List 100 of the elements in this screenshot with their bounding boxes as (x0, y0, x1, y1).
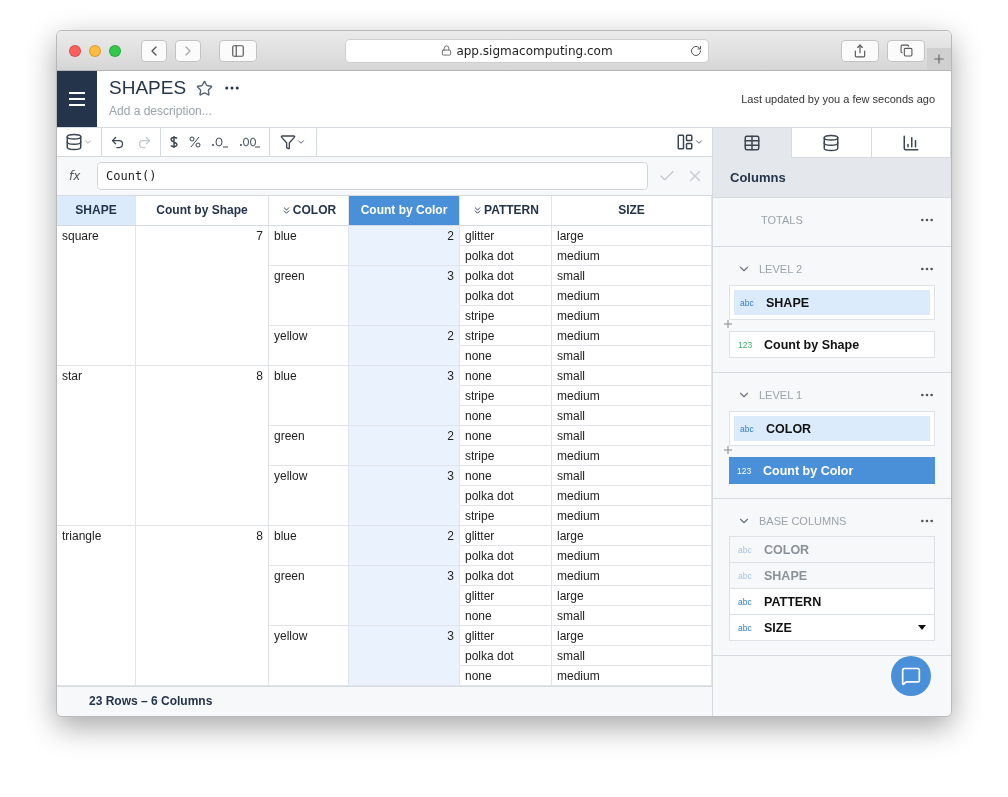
section-label: BASE COLUMNS (759, 515, 848, 527)
table-cell: blue (269, 365, 349, 426)
datasource-button[interactable] (65, 133, 93, 152)
table-cell: none (460, 365, 552, 386)
table-cell: medium (552, 545, 712, 566)
type-label: abc (740, 423, 755, 434)
dollar-icon (169, 134, 179, 151)
sidebar-icon (231, 43, 245, 58)
panel-tab[interactable] (713, 128, 793, 158)
table-cell: glitter (460, 625, 552, 646)
table-cell: medium (552, 445, 712, 466)
column-header[interactable]: PATTERN (460, 195, 552, 226)
column-item[interactable]: 123 Count by Shape (729, 331, 935, 358)
table-cell: stripe (460, 385, 552, 406)
table-cell: small (552, 605, 712, 626)
table-cell: large (552, 525, 712, 546)
table-cell: green (269, 565, 349, 626)
table-cell: blue (269, 525, 349, 566)
table-cell: medium (552, 325, 712, 346)
panel-tab[interactable] (792, 128, 872, 158)
column-item[interactable]: abc SHAPE (734, 290, 930, 315)
type-label: abc (738, 544, 753, 555)
redo-icon (137, 134, 152, 150)
menu-button[interactable] (57, 71, 97, 127)
table-cell: none (460, 605, 552, 626)
table-cell: 2 (349, 225, 460, 266)
increase-decimals-button[interactable] (239, 135, 261, 150)
table-cell: medium (552, 665, 712, 686)
column-header[interactable]: COLOR (269, 195, 349, 226)
formula-field[interactable]: Count() (97, 162, 648, 190)
table-cell: 2 (349, 425, 460, 466)
close-dot[interactable] (69, 44, 81, 57)
table-cell: green (269, 265, 349, 326)
table-cell: medium (552, 505, 712, 526)
column-header[interactable]: SHAPE (57, 195, 136, 226)
table-cell: small (552, 405, 712, 426)
share-button[interactable] (841, 39, 879, 62)
chat-button[interactable] (891, 656, 931, 696)
column-name: SHAPE (764, 568, 809, 583)
decrease-decimals-button[interactable] (211, 135, 229, 150)
table-cell: small (552, 465, 712, 486)
column-name: COLOR (764, 542, 811, 557)
table-cell: stripe (460, 325, 552, 346)
table-cell: small (552, 425, 712, 446)
column-item[interactable]: abc PATTERN (729, 588, 935, 615)
filter-icon (280, 134, 296, 151)
table-cell: none (460, 465, 552, 486)
table-cell: glitter (460, 585, 552, 606)
table-cell: blue (269, 225, 349, 266)
column-header[interactable]: SIZE (552, 195, 712, 226)
table-cell: polka dot (460, 565, 552, 586)
zoom-dot[interactable] (109, 44, 121, 57)
column-name: Count by Shape (764, 337, 861, 352)
table-cell: stripe (460, 505, 552, 526)
layout-button[interactable] (676, 133, 704, 152)
table-cell: stripe (460, 445, 552, 466)
increase-decimals-icon (239, 135, 261, 150)
filter-button[interactable] (280, 134, 306, 151)
chart-icon (901, 133, 920, 152)
reload-icon[interactable] (690, 44, 702, 57)
column-item[interactable]: abc COLOR (734, 416, 930, 441)
table-cell: medium (552, 245, 712, 266)
row-count: 23 Rows – 6 Columns (57, 685, 712, 716)
database-icon (65, 133, 83, 152)
minimize-dot[interactable] (89, 44, 101, 57)
type-label: abc (738, 596, 753, 607)
panel-tab[interactable] (871, 128, 951, 158)
type-label: abc (738, 570, 753, 581)
currency-button[interactable] (169, 134, 179, 151)
table-cell: medium (552, 485, 712, 506)
table-cell: 3 (349, 465, 460, 526)
updated-text: Last updated by you a few seconds ago (741, 93, 936, 105)
table-cell: small (552, 365, 712, 386)
share-icon (853, 43, 867, 58)
percent-button[interactable] (189, 136, 201, 149)
table-cell: 2 (349, 325, 460, 366)
column-name: PATTERN (764, 594, 823, 609)
column-name: SIZE (764, 620, 793, 635)
type-label: abc (738, 622, 753, 633)
table-cell: small (552, 645, 712, 666)
column-header[interactable]: Count by Shape (136, 195, 269, 226)
chat-icon (901, 666, 921, 686)
undo-button[interactable] (110, 134, 125, 150)
tabs-button[interactable] (887, 39, 925, 62)
table-cell: yellow (269, 325, 349, 366)
table-cell: star (57, 365, 136, 526)
address-bar[interactable]: app.sigmacomputing.com (345, 38, 709, 63)
sidebar-button[interactable] (219, 39, 257, 62)
type-label: abc (740, 297, 755, 308)
section-label: LEVEL 1 (759, 389, 803, 401)
lock-icon (441, 45, 453, 56)
table-cell: 3 (349, 625, 460, 686)
tabs-icon (899, 44, 913, 57)
table-cell: polka dot (460, 545, 552, 566)
table-cell: polka dot (460, 285, 552, 306)
column-item[interactable]: abc SIZE (729, 614, 935, 641)
table-cell: polka dot (460, 645, 552, 666)
column-name: Count by Color (763, 463, 855, 478)
workbook-title[interactable]: SHAPES (109, 77, 187, 99)
star-icon[interactable] (196, 79, 214, 97)
